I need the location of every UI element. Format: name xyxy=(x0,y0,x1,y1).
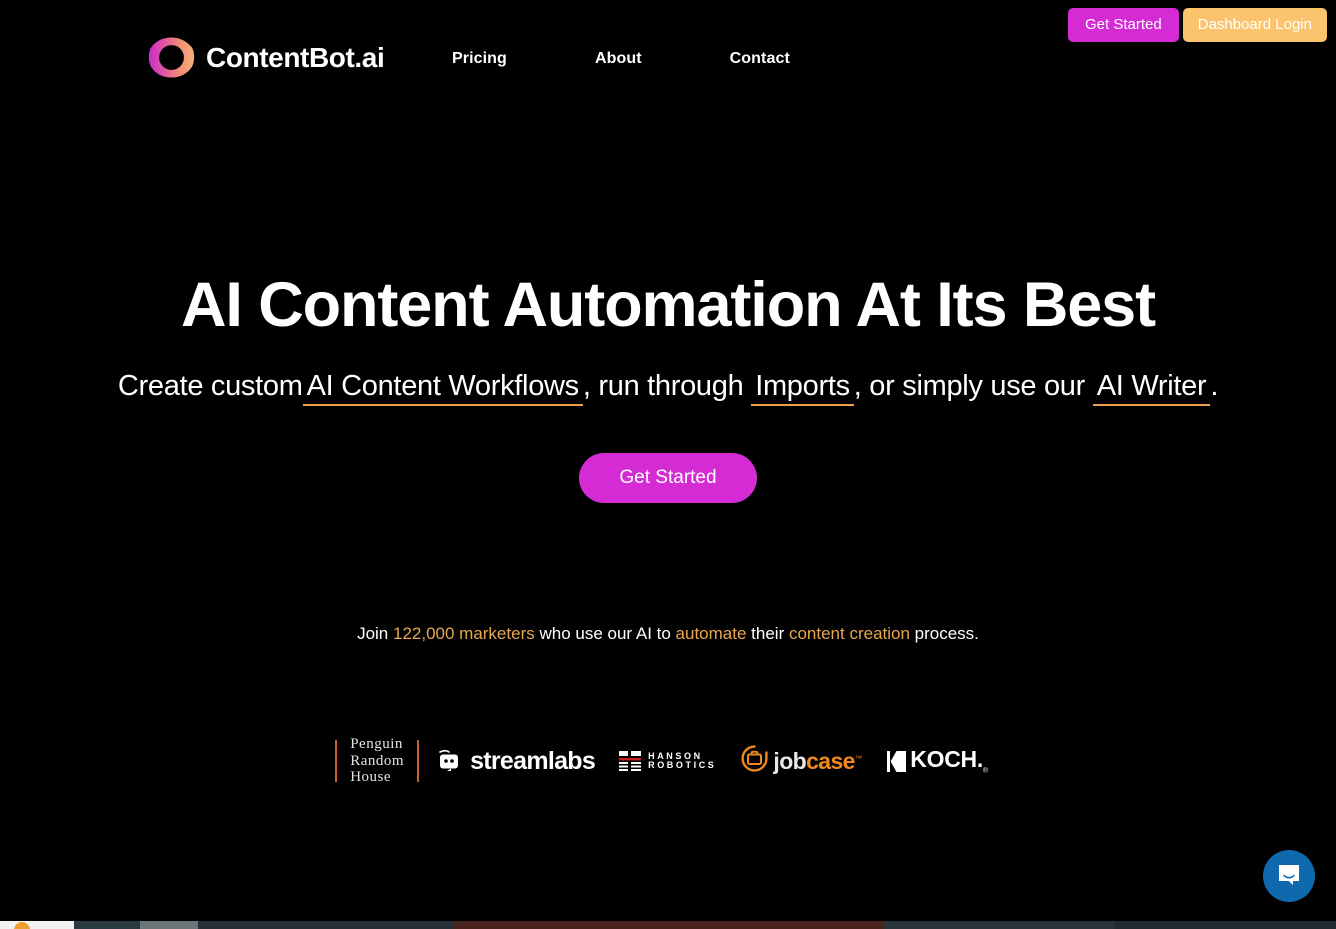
social-proof-text-2: who use our AI to xyxy=(534,624,676,643)
social-proof-text-3: their xyxy=(746,624,789,643)
site-header: ContentBot.ai Pricing About Contact Get … xyxy=(0,0,1336,100)
page-root: ContentBot.ai Pricing About Contact Get … xyxy=(0,0,1336,929)
message-bubble-icon xyxy=(1276,862,1302,891)
hero-title: AI Content Automation At Its Best xyxy=(181,270,1156,340)
social-proof-marketers-count: 122,000 marketers xyxy=(392,624,535,643)
social-proof-content-creation: content creation xyxy=(788,624,910,643)
hero-cta-wrapper: Get Started xyxy=(0,453,1336,503)
hanson-robotics-icon xyxy=(619,751,642,771)
dashboard-login-button[interactable]: Dashboard Login xyxy=(1182,8,1327,42)
prh-line-1: Penguin xyxy=(350,735,403,752)
hero-subtitle-text-1: Create custom xyxy=(117,370,303,402)
hero-highlight-imports[interactable]: Imports xyxy=(751,370,854,407)
streamlabs-icon xyxy=(436,749,461,774)
hero-subtitle-text-2: , run through xyxy=(582,370,752,402)
contentbot-ring-logo-icon xyxy=(148,36,195,79)
hero-subtitle: Create custom AI Content Workflows, run t… xyxy=(0,368,1336,407)
koch-icon xyxy=(887,750,907,772)
social-proof-text-4: process. xyxy=(909,624,979,643)
logo-hanson-robotics: HANSON ROBOTICS xyxy=(607,751,728,771)
taskbar-segment-f[interactable] xyxy=(1114,921,1336,929)
hanson-line-2: ROBOTICS xyxy=(648,760,717,770)
nav-item-pricing[interactable]: Pricing xyxy=(452,50,507,68)
taskbar-segment-e[interactable] xyxy=(884,921,1114,929)
logo-jobcase: jobcase™ xyxy=(728,745,874,777)
hero-highlight-ai-writer[interactable]: AI Writer xyxy=(1092,370,1211,407)
os-taskbar-sliver xyxy=(0,921,1336,929)
hanson-robotics-wordmark: HANSON ROBOTICS xyxy=(648,751,717,771)
jobcase-text-job: job xyxy=(773,747,807,774)
taskbar-segment-a[interactable] xyxy=(74,921,140,929)
streamlabs-wordmark: streamlabs xyxy=(470,746,596,775)
jobcase-wordmark: jobcase™ xyxy=(773,747,862,774)
social-proof-line: Join 122,000 marketers who use our AI to… xyxy=(0,623,1336,645)
social-proof-text-1: Join xyxy=(357,624,393,643)
logo-streamlabs: streamlabs xyxy=(419,746,607,775)
logo-koch: KOCH.® xyxy=(874,745,1000,775)
nav-item-contact[interactable]: Contact xyxy=(730,50,790,68)
chat-launcher-button[interactable] xyxy=(1263,850,1315,902)
koch-trademark: ® xyxy=(982,767,988,775)
brand-logo-link[interactable]: ContentBot.ai xyxy=(148,36,385,79)
header-get-started-button[interactable]: Get Started xyxy=(1068,8,1179,42)
prh-line-2: Random xyxy=(350,752,405,769)
brand-name: ContentBot.ai xyxy=(206,41,385,73)
taskbar-segment-c[interactable] xyxy=(198,921,454,929)
taskbar-segment-active-window[interactable] xyxy=(0,921,74,929)
hero-subtitle-text-3: , or simply use our xyxy=(853,370,1093,402)
customer-logo-bar: Penguin Random House streamlabs HANSON R… xyxy=(0,730,1336,792)
nav-item-about[interactable]: About xyxy=(595,50,642,68)
jobcase-text-case: case xyxy=(806,747,855,774)
taskbar-segment-b[interactable] xyxy=(140,921,198,929)
logo-penguin-random-house: Penguin Random House xyxy=(337,736,417,786)
social-proof-automate: automate xyxy=(675,624,747,643)
hero-subtitle-text-4: . xyxy=(1210,370,1219,402)
prh-line-3: House xyxy=(350,769,392,786)
koch-text: KOCH. xyxy=(910,745,983,772)
koch-wordmark: KOCH.® xyxy=(910,745,988,775)
header-actions: Get Started Dashboard Login xyxy=(1068,8,1327,42)
jobcase-trademark: ™ xyxy=(854,754,862,762)
main-nav: Pricing About Contact xyxy=(452,50,790,68)
hero-get-started-button[interactable]: Get Started xyxy=(579,453,757,503)
jobcase-briefcase-icon xyxy=(741,745,769,777)
hero-highlight-workflows[interactable]: AI Content Workflows xyxy=(302,370,583,407)
taskbar-segment-d[interactable] xyxy=(454,921,884,929)
